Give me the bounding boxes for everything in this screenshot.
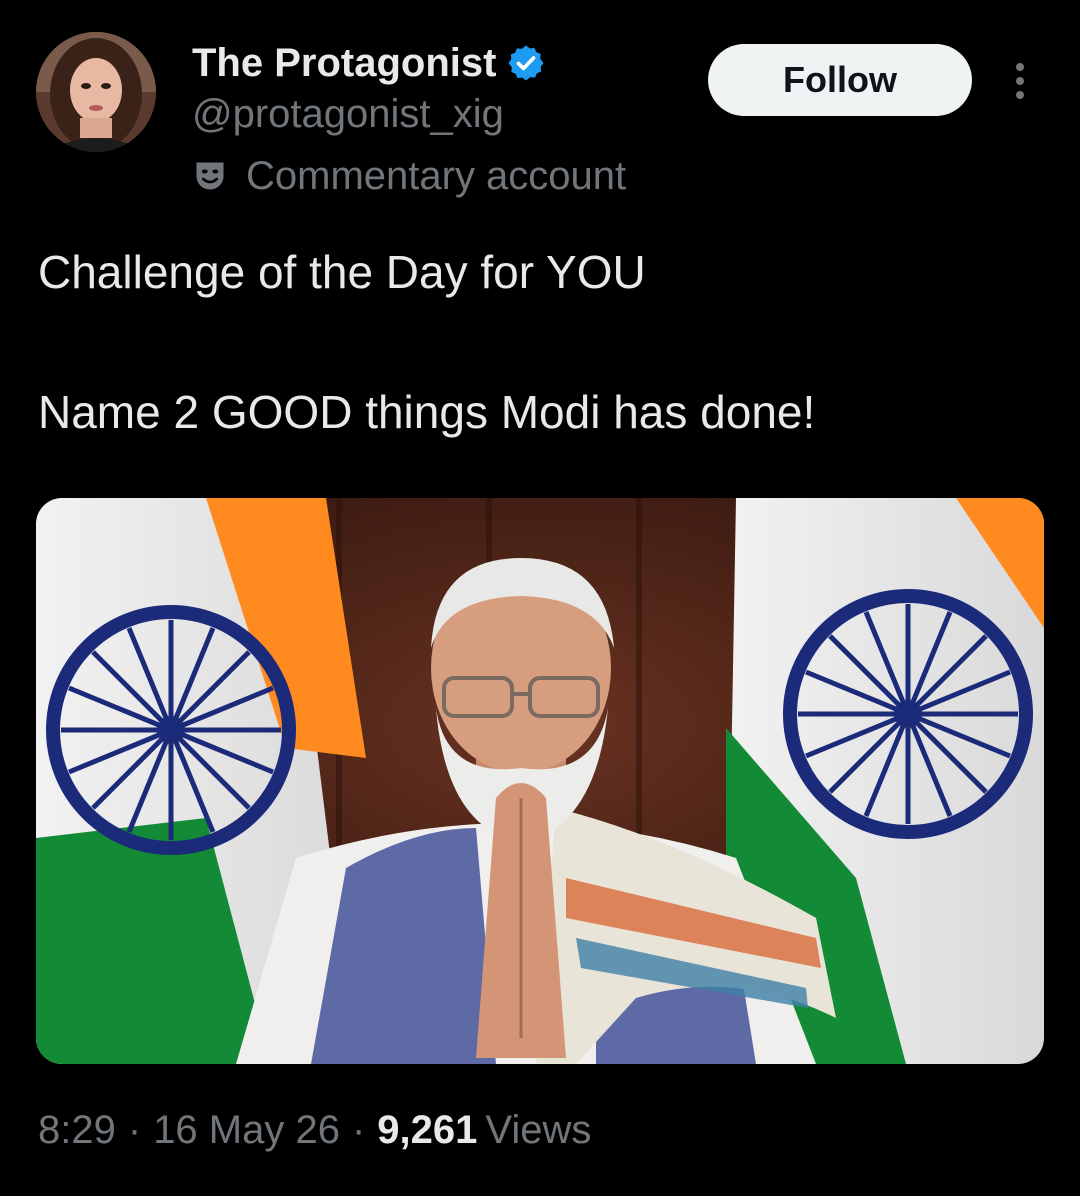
more-dots-icon[interactable] bbox=[1000, 56, 1040, 106]
follow-button[interactable]: Follow bbox=[708, 44, 972, 116]
display-name[interactable]: The Protagonist bbox=[192, 41, 496, 86]
tweet-photo[interactable] bbox=[36, 498, 1044, 1064]
tweet-text-line-2: Name 2 GOOD things Modi has done! bbox=[38, 386, 816, 438]
views-count[interactable]: 9,261 bbox=[377, 1108, 477, 1153]
views-label: Views bbox=[485, 1108, 592, 1152]
account-label[interactable]: Commentary account bbox=[192, 150, 626, 202]
theater-masks-icon bbox=[192, 158, 228, 194]
account-label-text: Commentary account bbox=[246, 153, 627, 198]
tweet-meta: 8:29 · 16 May 26 · 9,261 Views bbox=[38, 1108, 591, 1153]
tweet-text-line-1: Challenge of the Day for YOU bbox=[38, 246, 646, 298]
more-dot bbox=[1016, 91, 1024, 99]
tweet-card: The Protagonist @protagonist_xig Comment… bbox=[0, 0, 1080, 1196]
more-dot bbox=[1016, 77, 1024, 85]
tweet-date[interactable]: 16 May 26 bbox=[153, 1108, 340, 1153]
name-row: The Protagonist bbox=[192, 38, 546, 88]
tweet-time[interactable]: 8:29 bbox=[38, 1108, 116, 1153]
avatar[interactable] bbox=[36, 32, 156, 152]
verified-badge-icon bbox=[506, 43, 546, 83]
user-handle[interactable]: @protagonist_xig bbox=[192, 92, 504, 137]
meta-separator: · bbox=[127, 1108, 142, 1152]
more-dot bbox=[1016, 63, 1024, 71]
meta-separator: · bbox=[351, 1108, 366, 1152]
